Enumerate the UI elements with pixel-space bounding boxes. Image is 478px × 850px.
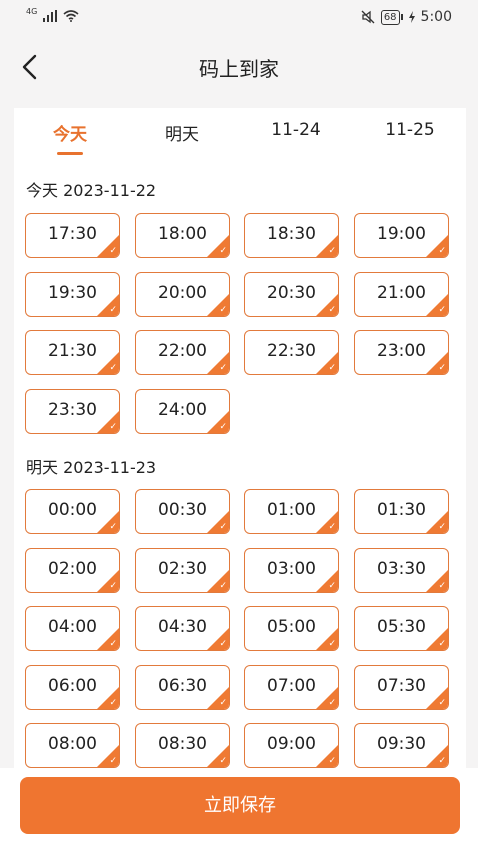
- time-slot[interactable]: 03:00 ✓: [244, 547, 339, 593]
- time-slot[interactable]: 18:30 ✓: [244, 213, 339, 258]
- check-icon: ✓: [109, 363, 117, 373]
- time-slot[interactable]: 05:00 ✓: [244, 606, 339, 651]
- time-slot[interactable]: 05:30 ✓: [354, 606, 449, 651]
- check-icon: ✓: [109, 246, 117, 256]
- time-slot[interactable]: 07:00 ✓: [244, 664, 339, 710]
- battery-indicator: 68: [380, 9, 403, 25]
- save-button[interactable]: 立即保存: [20, 777, 460, 834]
- section-date-label: 今天 2023-11-22: [26, 181, 157, 200]
- time-slot[interactable]: 18:00 ✓: [135, 213, 230, 258]
- status-left: 4G: [26, 7, 79, 22]
- check-icon: ✓: [328, 246, 336, 256]
- mute-icon: [361, 10, 375, 24]
- header: 码上到家: [0, 36, 478, 98]
- check-icon: ✓: [219, 421, 227, 432]
- time-picker-card: 今天 明天 11-24 11-25 今天 2023-11-22 17:30 ✓ 18:…: [14, 108, 466, 850]
- clock-time: 5:00: [420, 9, 452, 25]
- check-icon: ✓: [328, 363, 336, 373]
- check-icon: ✓: [438, 304, 446, 315]
- time-slot[interactable]: 20:00 ✓: [135, 271, 230, 317]
- time-slot[interactable]: 02:00 ✓: [25, 547, 120, 593]
- check-icon: ✓: [219, 697, 227, 708]
- time-slot[interactable]: 04:00 ✓: [25, 606, 120, 651]
- time-slot[interactable]: 22:00 ✓: [135, 330, 230, 375]
- time-slot[interactable]: 07:30 ✓: [354, 664, 449, 710]
- time-slot[interactable]: 24:00 ✓: [135, 388, 230, 434]
- check-icon: ✓: [438, 580, 446, 591]
- check-icon: ✓: [438, 246, 446, 256]
- check-icon: ✓: [219, 522, 227, 532]
- check-icon: ✓: [438, 697, 446, 708]
- tab-11-24[interactable]: 11-24: [246, 120, 346, 140]
- charging-icon: [408, 11, 415, 23]
- check-icon: ✓: [328, 304, 336, 315]
- battery-level: 68: [380, 9, 400, 25]
- check-icon: ✓: [328, 697, 336, 708]
- check-icon: ✓: [219, 363, 227, 373]
- time-slot[interactable]: 21:00 ✓: [354, 271, 449, 317]
- check-icon: ✓: [438, 363, 446, 373]
- time-slot[interactable]: 08:30 ✓: [135, 723, 230, 768]
- time-slot[interactable]: 06:30 ✓: [135, 664, 230, 710]
- time-slot[interactable]: 19:00 ✓: [354, 213, 449, 258]
- time-slot[interactable]: 21:30 ✓: [25, 330, 120, 375]
- check-icon: ✓: [219, 639, 227, 649]
- section-date-label: 明天 2023-11-23: [26, 458, 157, 477]
- battery-cap: [400, 14, 403, 20]
- time-slot[interactable]: 00:30 ✓: [135, 489, 230, 534]
- check-icon: ✓: [328, 756, 336, 766]
- time-slot[interactable]: 01:30 ✓: [354, 489, 449, 534]
- check-icon: ✓: [109, 697, 117, 708]
- check-icon: ✓: [219, 304, 227, 315]
- date-tabs: 今天 明天 11-24 11-25: [14, 108, 466, 164]
- check-icon: ✓: [109, 304, 117, 315]
- status-bar: 4G 68 5:00: [0, 0, 478, 36]
- time-slot[interactable]: 06:00 ✓: [25, 664, 120, 710]
- time-slot[interactable]: 03:30 ✓: [354, 547, 449, 593]
- page-title: 码上到家: [199, 57, 279, 81]
- check-icon: ✓: [328, 639, 336, 649]
- check-icon: ✓: [328, 580, 336, 591]
- time-slot[interactable]: 09:30 ✓: [354, 723, 449, 768]
- signal-icon: [43, 10, 58, 22]
- time-slot[interactable]: 04:30 ✓: [135, 606, 230, 651]
- check-icon: ✓: [109, 522, 117, 532]
- time-slot[interactable]: 23:30 ✓: [25, 388, 120, 434]
- check-icon: ✓: [109, 756, 117, 766]
- time-slot[interactable]: 20:30 ✓: [244, 271, 339, 317]
- status-right: 68 5:00: [361, 9, 452, 25]
- active-tab-indicator: [57, 152, 83, 155]
- time-slot[interactable]: 22:30 ✓: [244, 330, 339, 375]
- time-slot[interactable]: 17:30 ✓: [25, 213, 120, 258]
- time-slot[interactable]: 08:00 ✓: [25, 723, 120, 768]
- network-type: 4G: [26, 7, 38, 16]
- tab-tomorrow[interactable]: 明天: [132, 120, 232, 145]
- check-icon: ✓: [219, 580, 227, 591]
- check-icon: ✓: [219, 246, 227, 256]
- time-slot[interactable]: 01:00 ✓: [244, 489, 339, 534]
- time-slot[interactable]: 23:00 ✓: [354, 330, 449, 375]
- check-icon: ✓: [109, 421, 117, 432]
- check-icon: ✓: [438, 756, 446, 766]
- check-icon: ✓: [438, 522, 446, 532]
- time-slot[interactable]: 19:30 ✓: [25, 271, 120, 317]
- wifi-icon: [63, 10, 79, 22]
- time-slot[interactable]: 09:00 ✓: [244, 723, 339, 768]
- tab-today[interactable]: 今天: [20, 120, 120, 145]
- check-icon: ✓: [438, 639, 446, 649]
- check-icon: ✓: [219, 756, 227, 766]
- time-slot[interactable]: 02:30 ✓: [135, 547, 230, 593]
- tab-11-25[interactable]: 11-25: [360, 120, 460, 140]
- check-icon: ✓: [109, 639, 117, 649]
- save-bar: 立即保存: [0, 768, 478, 850]
- check-icon: ✓: [109, 580, 117, 591]
- check-icon: ✓: [328, 522, 336, 532]
- time-slot[interactable]: 00:00 ✓: [25, 489, 120, 534]
